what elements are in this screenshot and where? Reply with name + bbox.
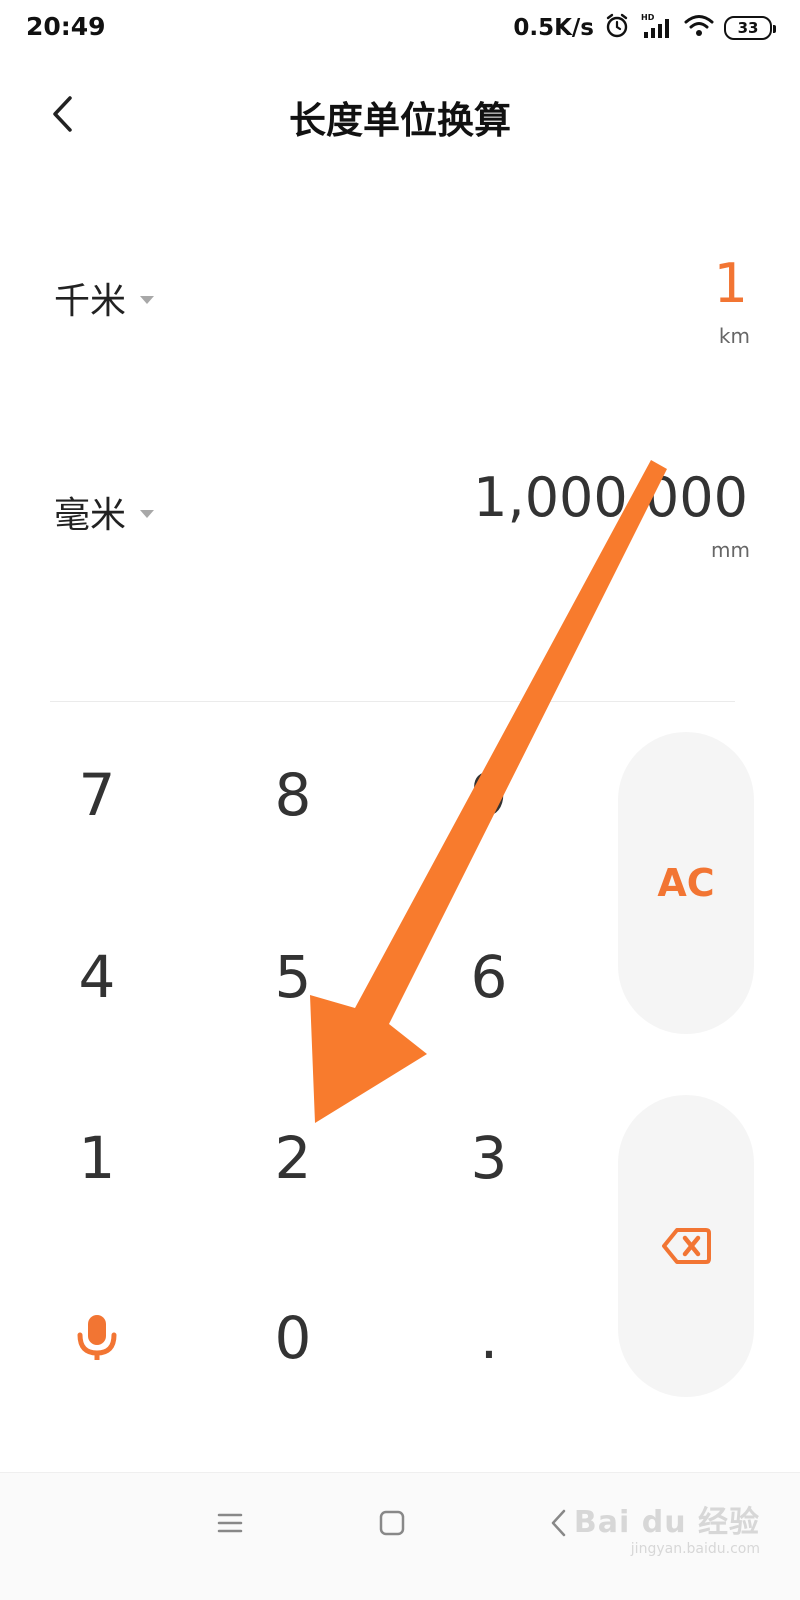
battery-icon: 33 [724, 16, 776, 40]
key-6[interactable]: 6 [414, 922, 564, 1032]
hd-signal-icon: HD [640, 12, 674, 44]
key-5[interactable]: 5 [218, 922, 368, 1032]
clear-all-button[interactable]: AC [618, 732, 754, 1034]
to-unit-abbr: mm [711, 538, 750, 562]
to-unit-row[interactable]: 毫米 1,000,000 mm [0, 466, 800, 586]
status-bar: 20:49 0.5K/s HD 33 [0, 0, 800, 56]
alarm-icon [604, 13, 630, 43]
key-0[interactable]: 0 [218, 1283, 368, 1393]
clear-all-label: AC [657, 861, 715, 905]
baidu-jingyan-watermark: Bai du 经验 jingyan.baidu.com [574, 1497, 760, 1557]
header: 长度单位换算 [0, 70, 800, 160]
backspace-icon [662, 1228, 711, 1264]
key-7[interactable]: 7 [22, 740, 172, 850]
backspace-button[interactable] [618, 1095, 754, 1397]
from-unit-name: 千米 [54, 281, 127, 322]
key-9[interactable]: 9 [414, 740, 564, 850]
home-square-icon [379, 1510, 405, 1536]
page-title: 长度单位换算 [289, 99, 511, 142]
dropdown-caret-icon [140, 510, 155, 518]
status-icons: 0.5K/s HD 33 [513, 12, 776, 44]
to-unit-selector[interactable]: 毫米 [54, 486, 155, 538]
key-1[interactable]: 1 [22, 1103, 172, 1213]
microphone-icon [77, 1315, 117, 1360]
key-3[interactable]: 3 [414, 1103, 564, 1213]
watermark-sub: jingyan.baidu.com [630, 1541, 760, 1557]
svg-text:HD: HD [641, 13, 655, 22]
network-speed: 0.5K/s [513, 15, 594, 41]
from-unit-row[interactable]: 千米 1 km [0, 252, 800, 372]
key-4[interactable]: 4 [22, 922, 172, 1032]
status-time: 20:49 [26, 12, 106, 41]
voice-input-button[interactable] [22, 1283, 172, 1393]
watermark-main: Bai du 经验 [573, 1505, 760, 1540]
recent-apps-button[interactable] [200, 1503, 260, 1543]
wifi-icon [684, 14, 714, 42]
back-chevron-icon [551, 1509, 566, 1537]
key-8[interactable]: 8 [218, 740, 368, 850]
divider [50, 701, 735, 702]
to-unit-value: 1,000,000 [473, 466, 748, 529]
key-dot[interactable]: . [414, 1283, 564, 1393]
from-unit-value: 1 [713, 252, 748, 315]
menu-icon [217, 1513, 243, 1533]
home-button[interactable] [362, 1503, 422, 1543]
from-unit-abbr: km [718, 324, 750, 348]
key-2[interactable]: 2 [218, 1103, 368, 1213]
from-unit-selector[interactable]: 千米 [54, 272, 155, 324]
to-unit-name: 毫米 [54, 495, 127, 536]
dropdown-caret-icon [140, 296, 155, 304]
